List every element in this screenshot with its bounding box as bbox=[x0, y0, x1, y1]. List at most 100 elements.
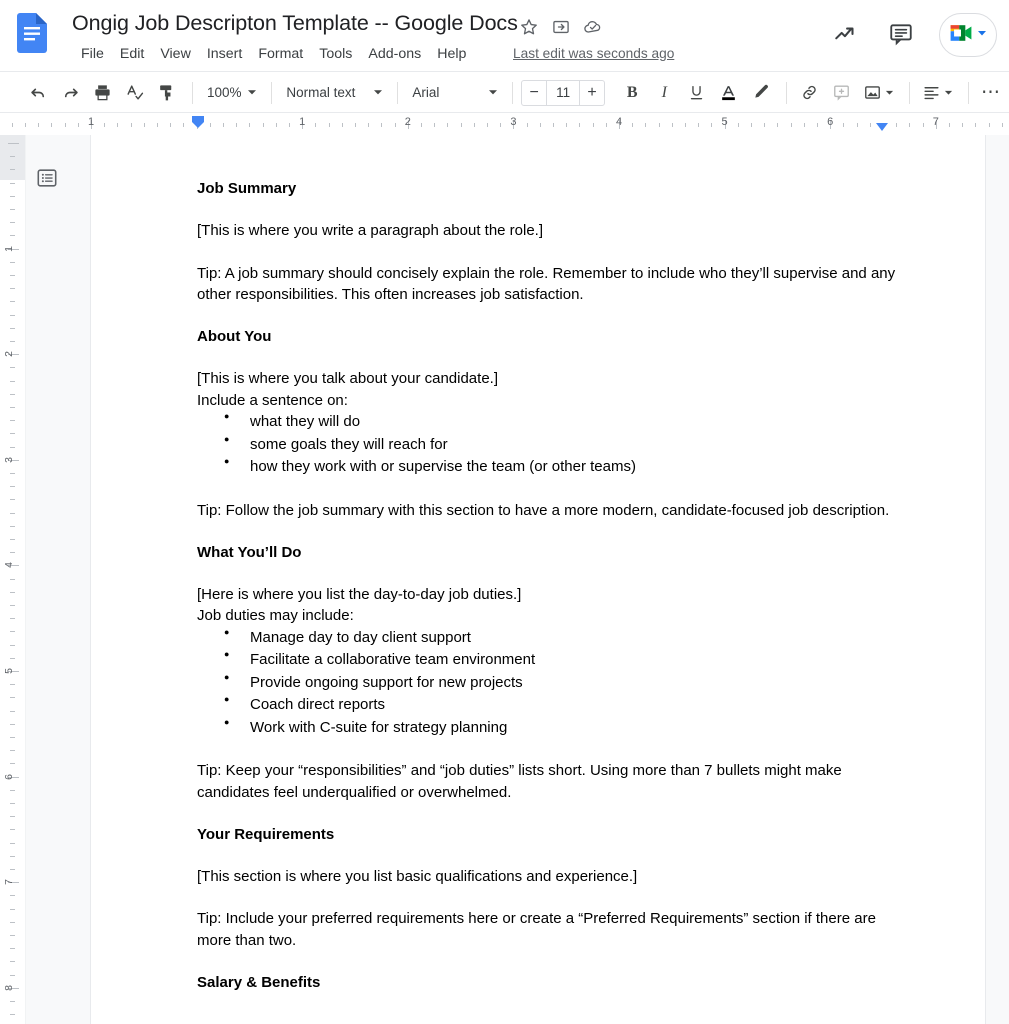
doc-bullet-item[interactable]: how they work with or supervise the team… bbox=[197, 455, 897, 479]
ruler-tick bbox=[10, 446, 15, 448]
menu-item-add-ons[interactable]: Add-ons bbox=[360, 44, 429, 64]
vertical-scrollbar[interactable] bbox=[997, 135, 1009, 1024]
doc-heading[interactable]: Salary & Benefits bbox=[197, 972, 897, 993]
google-meet-button[interactable] bbox=[939, 13, 997, 57]
doc-bullet-item[interactable]: Coach direct reports bbox=[197, 693, 897, 717]
ruler-tick bbox=[10, 314, 15, 316]
vertical-ruler[interactable]: 1 2 3 4 5 6 7 8 bbox=[0, 135, 26, 1024]
font-size-decrease-button[interactable]: − bbox=[522, 81, 546, 105]
spellcheck-icon[interactable] bbox=[120, 79, 148, 107]
doc-heading[interactable]: Your Requirements bbox=[197, 824, 897, 845]
ruler-tick bbox=[130, 123, 132, 127]
font-size-input[interactable]: 11 bbox=[546, 80, 580, 105]
ruler-tick bbox=[10, 855, 15, 857]
ruler-tick bbox=[632, 123, 634, 127]
activity-trending-icon[interactable] bbox=[833, 21, 859, 52]
ruler-tick bbox=[10, 275, 15, 276]
highlight-pen-icon[interactable] bbox=[746, 79, 774, 107]
ruler-number: 4 bbox=[3, 562, 15, 569]
doc-bullet-item[interactable]: what they will do bbox=[197, 410, 897, 434]
doc-paragraph[interactable]: Tip: Include your preferred requirements… bbox=[197, 908, 897, 951]
menu-item-format[interactable]: Format bbox=[250, 44, 311, 64]
italic-button[interactable]: I bbox=[650, 79, 678, 107]
ruler-tick bbox=[790, 123, 792, 127]
ruler-tick bbox=[671, 123, 673, 127]
ruler-tick bbox=[751, 123, 752, 127]
doc-bullet-item[interactable]: Provide ongoing support for new projects bbox=[197, 671, 897, 695]
doc-bullet-item[interactable]: Facilitate a collaborative team environm… bbox=[197, 648, 897, 672]
ruler-tick bbox=[143, 123, 145, 127]
ruler-tick bbox=[10, 1014, 15, 1016]
doc-paragraph[interactable]: Tip: A job summary should concisely expl… bbox=[197, 263, 897, 306]
ruler-tick bbox=[500, 123, 502, 127]
left-indent-marker[interactable] bbox=[191, 116, 205, 135]
insert-link-icon[interactable] bbox=[795, 79, 823, 107]
ruler-tick bbox=[368, 123, 370, 127]
ruler-tick bbox=[658, 123, 660, 127]
font-family-select[interactable]: Arial bbox=[406, 79, 504, 107]
document-body[interactable]: Job Summary [This is where you write a pa… bbox=[197, 178, 897, 993]
doc-paragraph[interactable]: [Here is where you list the day-to-day j… bbox=[197, 584, 897, 605]
font-size-increase-button[interactable]: + bbox=[580, 81, 604, 105]
menu-item-help[interactable]: Help bbox=[429, 44, 474, 64]
doc-paragraph[interactable]: Tip: Keep your “responsibilities” and “j… bbox=[197, 760, 897, 803]
text-color-button[interactable] bbox=[714, 79, 742, 107]
paint-format-icon[interactable] bbox=[152, 79, 180, 107]
toolbar-divider bbox=[909, 81, 911, 104]
ruler-tick bbox=[645, 123, 647, 127]
more-options-button[interactable]: ⋯ bbox=[977, 79, 1005, 107]
underline-button[interactable] bbox=[682, 79, 710, 107]
paragraph-style-select[interactable]: Normal text bbox=[280, 79, 389, 107]
align-left-button[interactable] bbox=[918, 79, 956, 107]
ruler-number: 4 bbox=[615, 116, 623, 128]
doc-bullet-item[interactable]: Work with C-suite for strategy planning bbox=[197, 716, 897, 740]
undo-icon[interactable] bbox=[24, 79, 52, 107]
ruler-number: 2 bbox=[404, 116, 411, 128]
menu-item-tools[interactable]: Tools bbox=[311, 44, 360, 64]
redo-icon[interactable] bbox=[56, 79, 84, 107]
menu-item-view[interactable]: View bbox=[152, 44, 199, 64]
document-page[interactable]: Job Summary [This is where you write a pa… bbox=[90, 135, 986, 1024]
doc-paragraph[interactable]: [This section is where you list basic qu… bbox=[197, 866, 897, 887]
insert-image-button[interactable] bbox=[859, 79, 897, 107]
ruler-tick bbox=[328, 123, 330, 127]
doc-paragraph[interactable]: Include a sentence on: bbox=[197, 390, 897, 411]
doc-paragraph[interactable]: Tip: Follow the job summary with this se… bbox=[197, 500, 897, 521]
horizontal-ruler[interactable]: 1 1 2 3 4 5 6 7 bbox=[0, 113, 1009, 135]
doc-heading[interactable]: Job Summary bbox=[197, 178, 897, 199]
chevron-down-icon[interactable] bbox=[976, 26, 988, 44]
comment-icon[interactable] bbox=[888, 21, 914, 52]
google-docs-logo[interactable] bbox=[17, 13, 47, 53]
doc-paragraph[interactable]: Job duties may include: bbox=[197, 605, 897, 626]
font-size-stepper: − 11 + bbox=[521, 79, 606, 106]
zoom-select[interactable]: 100% bbox=[201, 79, 264, 107]
doc-bullet-item[interactable]: Manage day to day client support bbox=[197, 626, 897, 650]
document-title[interactable]: Ongig Job Descripton Template -- Google … bbox=[72, 11, 518, 36]
right-indent-marker[interactable] bbox=[875, 120, 889, 135]
bold-button[interactable]: B bbox=[618, 79, 646, 107]
cloud-saved-icon[interactable] bbox=[583, 17, 603, 42]
doc-paragraph[interactable]: [This is where you talk about your candi… bbox=[197, 368, 897, 389]
menu-item-file[interactable]: File bbox=[73, 44, 112, 64]
ruler-tick bbox=[10, 803, 15, 804]
ruler-tick bbox=[421, 123, 422, 127]
ruler-tick bbox=[843, 123, 845, 127]
last-edit-status[interactable]: Last edit was seconds ago bbox=[513, 46, 674, 61]
ruler-tick bbox=[10, 644, 15, 646]
doc-bullet-item[interactable]: some goals they will reach for bbox=[197, 433, 897, 457]
document-outline-button[interactable] bbox=[32, 163, 62, 193]
doc-heading[interactable]: What You’ll Do bbox=[197, 542, 897, 563]
move-to-folder-icon[interactable] bbox=[551, 17, 571, 42]
star-icon[interactable] bbox=[519, 17, 539, 42]
menu-item-edit[interactable]: Edit bbox=[112, 44, 152, 64]
print-icon[interactable] bbox=[88, 79, 116, 107]
ruler-tick bbox=[869, 123, 871, 127]
ruler-tick bbox=[10, 499, 15, 501]
toolbar-divider bbox=[271, 81, 273, 104]
doc-heading[interactable]: About You bbox=[197, 326, 897, 347]
menu-item-insert[interactable]: Insert bbox=[199, 44, 250, 64]
doc-paragraph[interactable]: [This is where you write a paragraph abo… bbox=[197, 220, 897, 241]
